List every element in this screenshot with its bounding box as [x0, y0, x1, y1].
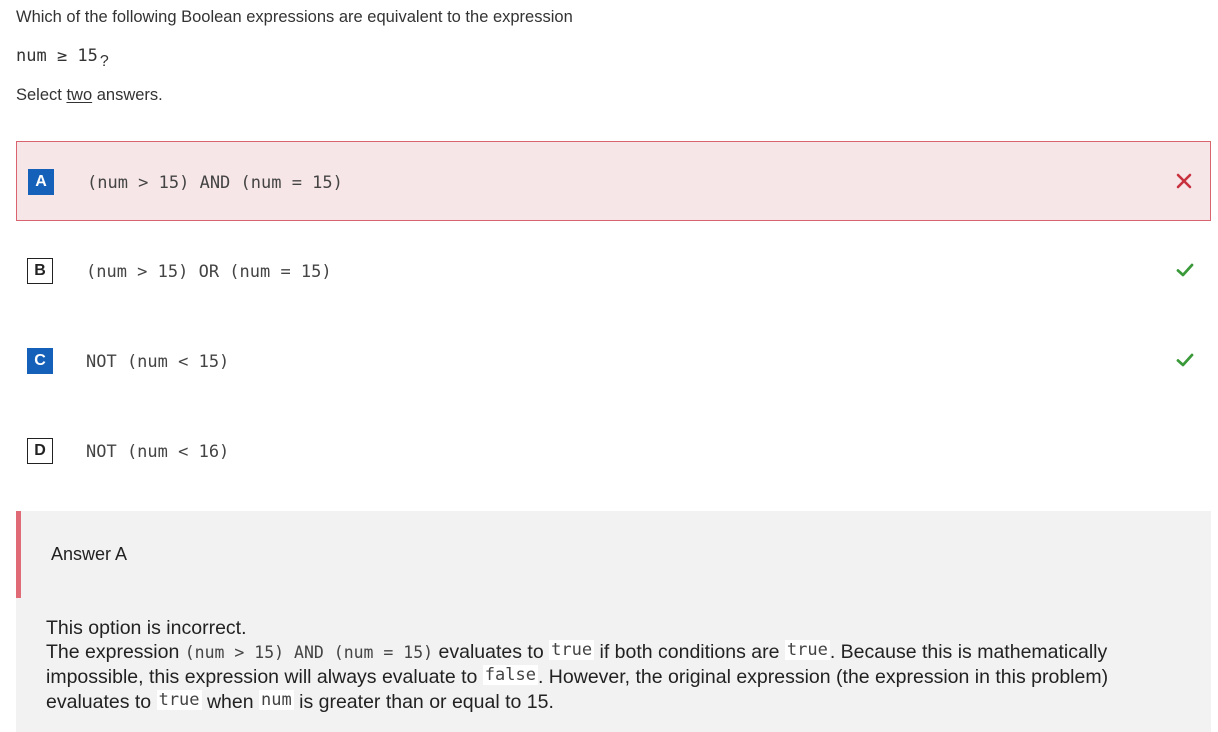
option-letter-d[interactable]: D	[27, 438, 53, 464]
instruction-emphasis: two	[66, 86, 93, 104]
expression-question-mark: ?	[99, 53, 109, 70]
feedback-body: This option is incorrect. The expression…	[46, 616, 1186, 715]
check-icon	[1176, 263, 1194, 277]
explanation-if: if both conditions are	[594, 641, 785, 663]
expression-code: num ≥ 15	[16, 46, 98, 66]
question-prompt: Which of the following Boolean expressio…	[16, 8, 573, 26]
explanation-evaluates: evaluates to	[433, 641, 550, 663]
instruction-suffix: answers.	[92, 86, 163, 104]
feedback-explanation: The expression (num > 15) AND (num = 15)…	[46, 640, 1186, 715]
explanation-intro: The expression	[46, 641, 185, 663]
answer-instruction: Select two answers.	[16, 86, 163, 105]
keyword-true: true	[156, 690, 202, 710]
option-letter-c[interactable]: C	[27, 348, 53, 374]
option-code-b: (num > 15) OR (num = 15)	[86, 262, 332, 282]
option-b[interactable]: B (num > 15) OR (num = 15)	[16, 230, 1211, 310]
explanation-code: (num > 15) AND (num = 15)	[184, 643, 434, 662]
option-a[interactable]: A (num > 15) AND (num = 15)	[16, 141, 1211, 221]
instruction-prefix: Select	[16, 86, 67, 104]
option-d[interactable]: D NOT (num < 16)	[16, 410, 1211, 490]
explanation-when: when	[201, 691, 259, 713]
keyword-false: false	[482, 665, 538, 685]
feedback-title: Answer A	[51, 544, 128, 564]
question-page: Which of the following Boolean expressio…	[0, 0, 1218, 732]
check-icon	[1176, 353, 1194, 367]
feedback-panel: Answer A This option is incorrect. The e…	[16, 511, 1211, 732]
explanation-end: is greater than or equal to 15.	[293, 691, 554, 713]
keyword-true: true	[784, 640, 830, 660]
option-code-a: (num > 15) AND (num = 15)	[87, 173, 343, 193]
question-expression: num ≥ 15?	[16, 46, 109, 70]
option-code-d: NOT (num < 16)	[86, 442, 230, 462]
option-letter-a[interactable]: A	[28, 169, 54, 195]
keyword-true: true	[549, 640, 595, 660]
option-letter-b[interactable]: B	[27, 258, 53, 284]
feedback-verdict: This option is incorrect.	[46, 617, 247, 639]
keyword-num: num	[258, 690, 294, 710]
option-code-c: NOT (num < 15)	[86, 352, 230, 372]
feedback-accent-bar	[16, 511, 21, 598]
cross-icon	[1176, 173, 1192, 189]
option-c[interactable]: C NOT (num < 15)	[16, 320, 1211, 400]
